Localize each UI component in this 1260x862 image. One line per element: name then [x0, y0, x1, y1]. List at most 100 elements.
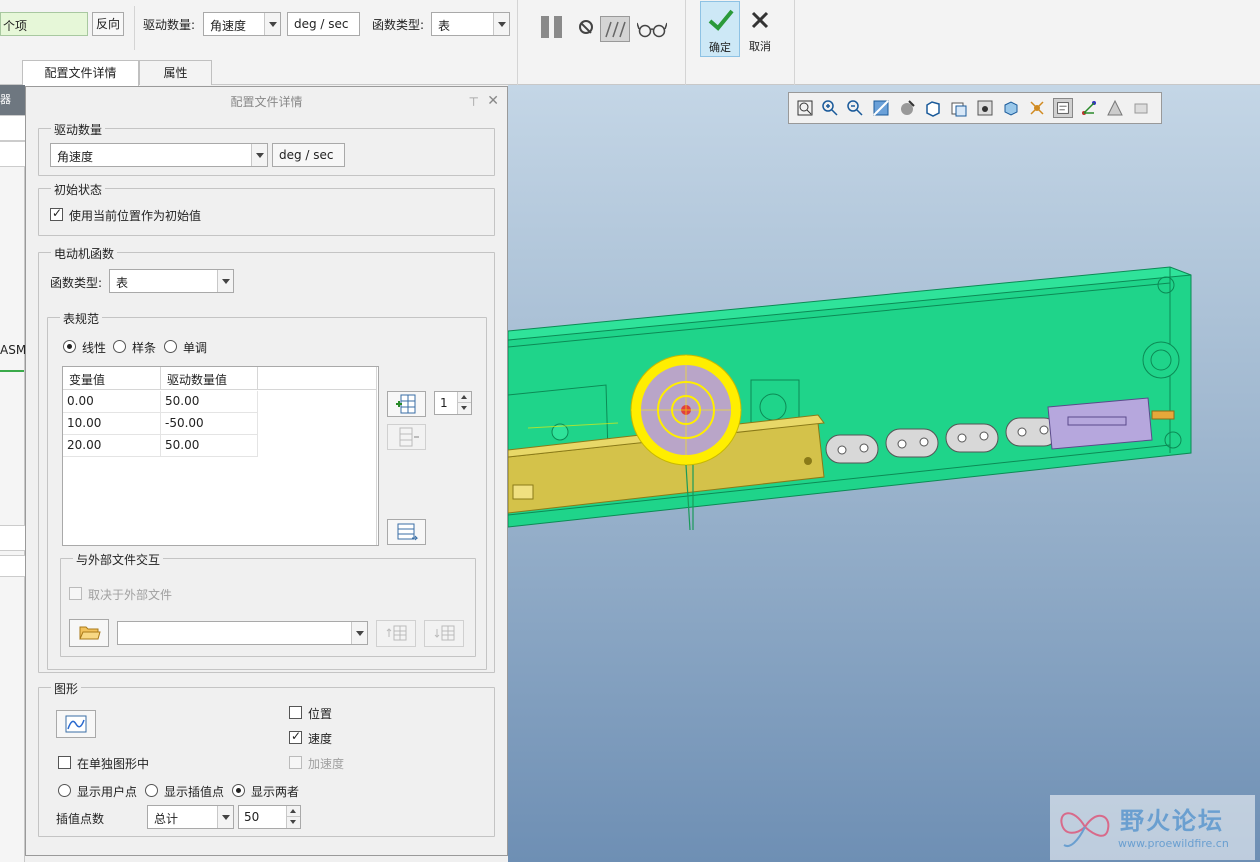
column-header[interactable]: 驱动数量值: [161, 367, 258, 390]
glasses-icon[interactable]: [636, 20, 668, 38]
insert-row-button[interactable]: [387, 391, 426, 417]
delete-row-button[interactable]: [387, 424, 426, 450]
tab-profile-details[interactable]: 配置文件详情: [22, 60, 139, 86]
connection-icon[interactable]: [1079, 98, 1099, 118]
table-cell[interactable]: 20.00: [63, 435, 161, 457]
spline-label: 样条: [132, 341, 157, 355]
pin-icon[interactable]: ⊤: [469, 95, 479, 109]
import-button[interactable]: [376, 620, 416, 647]
use-current-checkbox[interactable]: [50, 206, 63, 221]
close-icon[interactable]: ✕: [487, 93, 499, 109]
interp-mode-select[interactable]: 总计: [147, 805, 234, 829]
perspective-icon[interactable]: [975, 98, 995, 118]
show-both-radio[interactable]: [232, 784, 245, 797]
function-type-select[interactable]: 表: [431, 12, 510, 36]
annotation-display-icon[interactable]: [1053, 98, 1073, 118]
item-field[interactable]: 个项: [0, 12, 88, 36]
function-type-select[interactable]: 表: [109, 269, 234, 293]
column-header[interactable]: 变量值: [63, 367, 161, 390]
table-divider: [376, 367, 377, 545]
close-icon: [751, 11, 769, 29]
drive-quantity-group: 驱动数量 角速度 deg / sec: [38, 121, 495, 176]
ribbon-separator: [517, 0, 518, 85]
refit-icon[interactable]: [795, 98, 815, 118]
decrement-icon[interactable]: [457, 403, 471, 414]
view-manager-icon[interactable]: [949, 98, 969, 118]
depends-external-checkbox[interactable]: [69, 587, 82, 600]
table-cell[interactable]: 10.00: [63, 413, 161, 435]
show-both-label: 显示两者: [251, 785, 300, 799]
pause-icon[interactable]: [541, 16, 563, 38]
external-file-select[interactable]: [117, 621, 368, 645]
graph-group: 图形 位置 速度 加速度 在单独图形中 显示用户点 显示插值点 显示两者 插值点…: [38, 680, 495, 837]
table-cell[interactable]: 0.00: [63, 391, 161, 413]
increment-icon[interactable]: [286, 806, 300, 817]
drive-quantity-select[interactable]: 角速度: [50, 143, 268, 167]
increment-icon[interactable]: [457, 392, 471, 403]
asm-label[interactable]: ASM: [0, 343, 26, 357]
show-interp-points-radio[interactable]: [145, 784, 158, 797]
table-cell[interactable]: -50.00: [161, 413, 258, 435]
assembly-model[interactable]: [508, 85, 1260, 862]
zoom-in-icon[interactable]: [820, 98, 840, 118]
mechanism-display-icon[interactable]: [1105, 98, 1125, 118]
model-tree-strip: 器 ASM: [0, 85, 26, 862]
group-title: 驱动数量: [51, 121, 106, 138]
table-options-button[interactable]: [387, 519, 426, 545]
interp-count-stepper[interactable]: 50: [238, 805, 301, 829]
monotonic-radio[interactable]: [164, 340, 177, 353]
tree-row[interactable]: [0, 141, 25, 167]
repaint-icon[interactable]: [871, 98, 891, 118]
export-button[interactable]: [424, 620, 464, 647]
velocity-checkbox[interactable]: [289, 729, 302, 744]
saved-views-icon[interactable]: [923, 98, 943, 118]
datum-display-icon[interactable]: [1027, 98, 1047, 118]
separate-graph-checkbox[interactable]: [58, 756, 71, 769]
flatten-icon[interactable]: [600, 16, 630, 42]
show-interp-points-label: 显示插值点: [164, 785, 225, 799]
decrement-icon[interactable]: [286, 817, 300, 828]
tree-row[interactable]: [0, 525, 25, 551]
forum-logo-icon: [1060, 812, 1110, 847]
graph-icon: [65, 715, 87, 733]
open-file-button[interactable]: [69, 619, 109, 647]
initial-state-group: 初始状态 使用当前位置作为初始值: [38, 181, 495, 236]
group-title: 初始状态: [51, 181, 106, 198]
table-cell[interactable]: 50.00: [161, 435, 258, 457]
shading-icon[interactable]: [897, 98, 917, 118]
monotonic-label: 单调: [183, 341, 208, 355]
row-count-stepper[interactable]: 1: [434, 391, 472, 415]
acceleration-checkbox[interactable]: [289, 756, 302, 769]
spin-center-icon[interactable]: [1131, 98, 1151, 118]
table-cell[interactable]: 50.00: [161, 391, 258, 413]
tree-row[interactable]: [0, 115, 25, 141]
tab-properties[interactable]: 属性: [139, 60, 212, 85]
graph-button[interactable]: [56, 710, 96, 738]
reverse-button[interactable]: 反向: [92, 12, 124, 36]
drive-quantity-value: 角速度: [210, 19, 247, 33]
table-options-icon: [397, 523, 419, 541]
cancel-label: 取消: [749, 40, 771, 53]
stop-icon[interactable]: [579, 20, 593, 34]
drive-quantity-select[interactable]: 角速度: [203, 12, 281, 36]
values-table[interactable]: 变量值 驱动数量值 0.00 50.00 10.00 -50.00 20.00 …: [62, 366, 379, 546]
chevron-down-icon: [264, 13, 280, 35]
zoom-out-icon[interactable]: [845, 98, 865, 118]
show-user-points-radio[interactable]: [58, 784, 71, 797]
active-indicator: [0, 370, 24, 372]
cancel-button[interactable]: 取消: [744, 1, 776, 57]
tree-row[interactable]: [0, 555, 25, 577]
graphics-viewport[interactable]: 野火论坛 www.proewildfire.cn: [508, 85, 1260, 862]
separate-graph-label: 在单独图形中: [77, 757, 150, 771]
spline-radio[interactable]: [113, 340, 126, 353]
motor-function-group: 电动机函数 函数类型: 表 表规范 线性 样条 单调 变量值 驱动数量值 0.0…: [38, 245, 495, 673]
linear-radio[interactable]: [63, 340, 76, 353]
chevron-down-icon: [217, 806, 233, 828]
display-style-icon[interactable]: [1001, 98, 1021, 118]
function-type-label: 函数类型:: [372, 18, 425, 32]
position-checkbox[interactable]: [289, 706, 302, 719]
checkmark-icon: [708, 9, 734, 31]
ribbon-separator: [794, 0, 795, 85]
ok-button[interactable]: 确定: [700, 1, 740, 57]
show-user-points-label: 显示用户点: [77, 785, 138, 799]
